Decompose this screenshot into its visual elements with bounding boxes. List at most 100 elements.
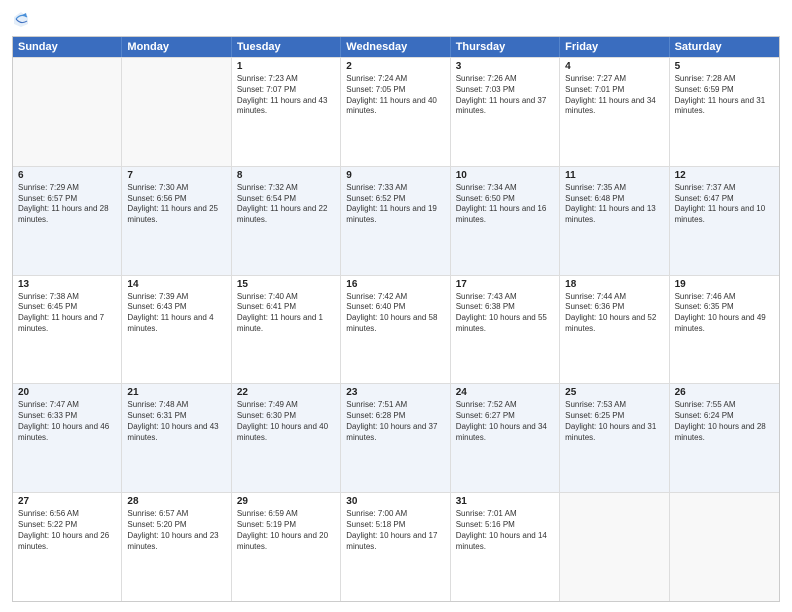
- day-number: 30: [346, 496, 444, 507]
- calendar-cell-3-4: 24 Sunrise: 7:52 AM Sunset: 6:27 PM Dayli…: [451, 384, 560, 492]
- page-header: [12, 10, 780, 28]
- day-number: 1: [237, 61, 335, 72]
- day-number: 20: [18, 387, 116, 398]
- calendar-cell-3-1: 21 Sunrise: 7:48 AM Sunset: 6:31 PM Dayli…: [122, 384, 231, 492]
- day-info: Sunrise: 7:32 AM Sunset: 6:54 PM Dayligh…: [237, 183, 335, 226]
- calendar-cell-0-1: [122, 58, 231, 166]
- day-number: 9: [346, 170, 444, 181]
- day-number: 27: [18, 496, 116, 507]
- calendar-cell-2-2: 15 Sunrise: 7:40 AM Sunset: 6:41 PM Dayli…: [232, 276, 341, 384]
- day-info: Sunrise: 7:42 AM Sunset: 6:40 PM Dayligh…: [346, 292, 444, 335]
- calendar-cell-3-0: 20 Sunrise: 7:47 AM Sunset: 6:33 PM Dayli…: [13, 384, 122, 492]
- day-info: Sunrise: 7:37 AM Sunset: 6:47 PM Dayligh…: [675, 183, 774, 226]
- calendar-cell-2-0: 13Sunrise: 7:38 AM Sunset: 6:45 PM Dayli…: [13, 276, 122, 384]
- day-number: 24: [456, 387, 554, 398]
- calendar-cell-4-1: 28Sunrise: 6:57 AM Sunset: 5:20 PM Dayli…: [122, 493, 231, 601]
- calendar-cell-4-2: 29 Sunrise: 6:59 AM Sunset: 5:19 PM Dayli…: [232, 493, 341, 601]
- day-info: Sunrise: 7:51 AM Sunset: 6:28 PM Dayligh…: [346, 400, 444, 443]
- day-info: Sunrise: 7:43 AM Sunset: 6:38 PM Dayligh…: [456, 292, 554, 335]
- calendar-row-1: 6 Sunrise: 7:29 AM Sunset: 6:57 PM Daylig…: [13, 166, 779, 275]
- calendar-cell-1-0: 6 Sunrise: 7:29 AM Sunset: 6:57 PM Daylig…: [13, 167, 122, 275]
- day-info: Sunrise: 7:34 AM Sunset: 6:50 PM Dayligh…: [456, 183, 554, 226]
- day-number: 12: [675, 170, 774, 181]
- calendar-cell-4-5: [560, 493, 669, 601]
- weekday-header-sunday: Sunday: [13, 37, 122, 57]
- weekday-header-monday: Monday: [122, 37, 231, 57]
- day-info: Sunrise: 7:28 AM Sunset: 6:59 PM Dayligh…: [675, 74, 774, 117]
- day-number: 7: [127, 170, 225, 181]
- calendar-row-4: 27 Sunrise: 6:56 AM Sunset: 5:22 PM Dayli…: [13, 492, 779, 601]
- calendar-cell-4-3: 30 Sunrise: 7:00 AM Sunset: 5:18 PM Dayli…: [341, 493, 450, 601]
- calendar-cell-4-4: 31 Sunrise: 7:01 AM Sunset: 5:16 PM Dayli…: [451, 493, 560, 601]
- weekday-header-saturday: Saturday: [670, 37, 779, 57]
- day-info: Sunrise: 7:27 AM Sunset: 7:01 PM Dayligh…: [565, 74, 663, 117]
- day-info: Sunrise: 7:39 AM Sunset: 6:43 PM Dayligh…: [127, 292, 225, 335]
- weekday-header-friday: Friday: [560, 37, 669, 57]
- calendar-cell-0-6: 5 Sunrise: 7:28 AM Sunset: 6:59 PM Daylig…: [670, 58, 779, 166]
- weekday-header-wednesday: Wednesday: [341, 37, 450, 57]
- day-info: Sunrise: 7:35 AM Sunset: 6:48 PM Dayligh…: [565, 183, 663, 226]
- day-info: Sunrise: 7:30 AM Sunset: 6:56 PM Dayligh…: [127, 183, 225, 226]
- calendar-body: 1 Sunrise: 7:23 AM Sunset: 7:07 PM Daylig…: [13, 57, 779, 601]
- day-number: 21: [127, 387, 225, 398]
- day-number: 16: [346, 279, 444, 290]
- weekday-header-thursday: Thursday: [451, 37, 560, 57]
- day-info: Sunrise: 7:23 AM Sunset: 7:07 PM Dayligh…: [237, 74, 335, 117]
- day-number: 3: [456, 61, 554, 72]
- day-info: Sunrise: 7:40 AM Sunset: 6:41 PM Dayligh…: [237, 292, 335, 335]
- day-info: Sunrise: 7:53 AM Sunset: 6:25 PM Dayligh…: [565, 400, 663, 443]
- day-number: 5: [675, 61, 774, 72]
- day-info: Sunrise: 7:29 AM Sunset: 6:57 PM Dayligh…: [18, 183, 116, 226]
- day-info: Sunrise: 7:01 AM Sunset: 5:16 PM Dayligh…: [456, 509, 554, 552]
- day-number: 29: [237, 496, 335, 507]
- calendar-row-0: 1 Sunrise: 7:23 AM Sunset: 7:07 PM Daylig…: [13, 57, 779, 166]
- day-number: 19: [675, 279, 774, 290]
- day-number: 25: [565, 387, 663, 398]
- day-info: Sunrise: 7:52 AM Sunset: 6:27 PM Dayligh…: [456, 400, 554, 443]
- calendar-cell-1-6: 12 Sunrise: 7:37 AM Sunset: 6:47 PM Dayli…: [670, 167, 779, 275]
- calendar-row-3: 20 Sunrise: 7:47 AM Sunset: 6:33 PM Dayli…: [13, 383, 779, 492]
- logo: [12, 10, 32, 28]
- day-number: 17: [456, 279, 554, 290]
- calendar-cell-2-4: 17 Sunrise: 7:43 AM Sunset: 6:38 PM Dayli…: [451, 276, 560, 384]
- day-info: Sunrise: 7:46 AM Sunset: 6:35 PM Dayligh…: [675, 292, 774, 335]
- day-info: Sunrise: 7:48 AM Sunset: 6:31 PM Dayligh…: [127, 400, 225, 443]
- calendar-cell-3-2: 22Sunrise: 7:49 AM Sunset: 6:30 PM Dayli…: [232, 384, 341, 492]
- calendar-cell-3-3: 23 Sunrise: 7:51 AM Sunset: 6:28 PM Dayli…: [341, 384, 450, 492]
- day-number: 6: [18, 170, 116, 181]
- day-number: 13: [18, 279, 116, 290]
- day-info: Sunrise: 6:59 AM Sunset: 5:19 PM Dayligh…: [237, 509, 335, 552]
- calendar-cell-1-1: 7 Sunrise: 7:30 AM Sunset: 6:56 PM Daylig…: [122, 167, 231, 275]
- day-number: 18: [565, 279, 663, 290]
- day-number: 15: [237, 279, 335, 290]
- calendar-cell-3-6: 26 Sunrise: 7:55 AM Sunset: 6:24 PM Dayli…: [670, 384, 779, 492]
- day-number: 11: [565, 170, 663, 181]
- calendar-cell-1-2: 8 Sunrise: 7:32 AM Sunset: 6:54 PM Daylig…: [232, 167, 341, 275]
- day-number: 2: [346, 61, 444, 72]
- day-info: Sunrise: 7:00 AM Sunset: 5:18 PM Dayligh…: [346, 509, 444, 552]
- calendar-cell-0-2: 1 Sunrise: 7:23 AM Sunset: 7:07 PM Daylig…: [232, 58, 341, 166]
- calendar-header: SundayMondayTuesdayWednesdayThursdayFrid…: [13, 37, 779, 57]
- day-info: Sunrise: 7:33 AM Sunset: 6:52 PM Dayligh…: [346, 183, 444, 226]
- day-info: Sunrise: 7:44 AM Sunset: 6:36 PM Dayligh…: [565, 292, 663, 335]
- day-number: 4: [565, 61, 663, 72]
- day-info: Sunrise: 6:56 AM Sunset: 5:22 PM Dayligh…: [18, 509, 116, 552]
- logo-icon: [12, 10, 30, 28]
- calendar: SundayMondayTuesdayWednesdayThursdayFrid…: [12, 36, 780, 602]
- day-number: 26: [675, 387, 774, 398]
- day-info: Sunrise: 7:47 AM Sunset: 6:33 PM Dayligh…: [18, 400, 116, 443]
- calendar-cell-4-0: 27 Sunrise: 6:56 AM Sunset: 5:22 PM Dayli…: [13, 493, 122, 601]
- day-number: 31: [456, 496, 554, 507]
- day-number: 23: [346, 387, 444, 398]
- calendar-cell-1-3: 9 Sunrise: 7:33 AM Sunset: 6:52 PM Daylig…: [341, 167, 450, 275]
- calendar-cell-2-3: 16 Sunrise: 7:42 AM Sunset: 6:40 PM Dayli…: [341, 276, 450, 384]
- calendar-cell-2-5: 18 Sunrise: 7:44 AM Sunset: 6:36 PM Dayli…: [560, 276, 669, 384]
- day-number: 8: [237, 170, 335, 181]
- calendar-cell-0-0: [13, 58, 122, 166]
- calendar-cell-1-5: 11 Sunrise: 7:35 AM Sunset: 6:48 PM Dayli…: [560, 167, 669, 275]
- day-info: Sunrise: 7:55 AM Sunset: 6:24 PM Dayligh…: [675, 400, 774, 443]
- day-info: Sunrise: 7:49 AM Sunset: 6:30 PM Dayligh…: [237, 400, 335, 443]
- day-number: 28: [127, 496, 225, 507]
- day-info: Sunrise: 7:24 AM Sunset: 7:05 PM Dayligh…: [346, 74, 444, 117]
- calendar-cell-3-5: 25 Sunrise: 7:53 AM Sunset: 6:25 PM Dayli…: [560, 384, 669, 492]
